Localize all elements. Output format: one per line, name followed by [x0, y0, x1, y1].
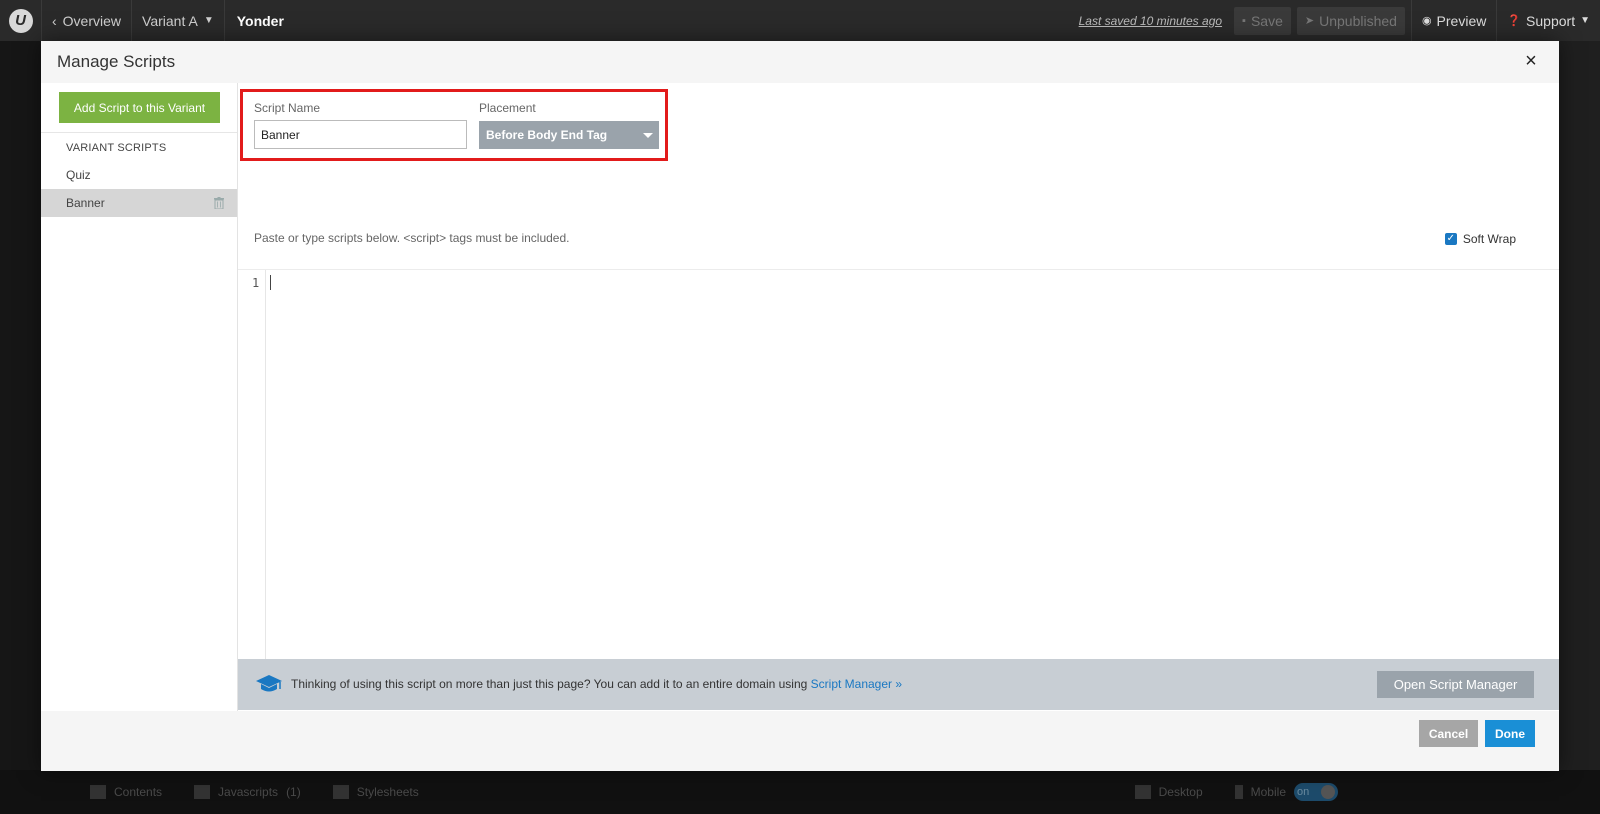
script-name-input[interactable] [254, 120, 467, 149]
caret-down-icon [643, 133, 653, 138]
variant-scripts-heading: VARIANT SCRIPTS [66, 142, 167, 154]
caret-down-icon: ▼ [203, 15, 214, 26]
mobile-icon [1234, 785, 1243, 799]
text-cursor [270, 275, 271, 290]
floppy-icon: ▪ [1242, 14, 1246, 27]
preview-button[interactable]: ◉ Preview [1410, 0, 1496, 41]
toggle-knob [1321, 785, 1335, 799]
mobile-label: Mobile [1250, 785, 1286, 799]
modal-footer: Cancel Done [41, 711, 1559, 771]
question-icon: ❓ [1507, 15, 1522, 27]
logo-icon: U [8, 8, 33, 33]
background-right-panel [1559, 41, 1600, 814]
javascripts-tab[interactable]: Javascripts (1) [194, 785, 301, 799]
unpublished-label: Unpublished [1319, 12, 1397, 29]
placement-label: Placement [479, 101, 536, 115]
editor-gutter: 1 [238, 270, 266, 702]
line-number: 1 [252, 276, 260, 290]
modal-title: Manage Scripts [57, 52, 176, 71]
script-item-banner[interactable]: Banner [41, 189, 237, 217]
background-bottom-bar: Contents Javascripts (1) Stylesheets Desk… [0, 770, 1600, 814]
soft-wrap-option[interactable]: ✓ Soft Wrap [1444, 232, 1516, 246]
script-manager-banner: Thinking of using this script on more th… [238, 659, 1559, 710]
soft-wrap-label: Soft Wrap [1462, 232, 1516, 246]
last-saved-link[interactable]: Last saved 10 minutes ago [1079, 14, 1222, 28]
add-script-button[interactable]: Add Script to this Variant [59, 92, 220, 123]
cancel-button[interactable]: Cancel [1419, 720, 1478, 747]
mobile-view[interactable]: Mobile on [1234, 783, 1338, 801]
close-icon[interactable]: × [1521, 50, 1541, 72]
save-button[interactable]: ▪ Save [1234, 6, 1291, 35]
list-icon [90, 785, 106, 799]
contents-tab[interactable]: Contents [90, 785, 162, 799]
placement-value: Before Body End Tag [486, 128, 608, 142]
caret-down-icon: ▼ [1580, 15, 1590, 26]
send-icon: ➤ [1304, 15, 1315, 27]
back-to-overview[interactable]: ‹ Overview [42, 0, 133, 41]
javascripts-label: Javascripts [218, 785, 279, 799]
page-title: Yonder [236, 12, 284, 29]
code-editor[interactable]: 1 [238, 269, 1559, 702]
css-icon [332, 785, 349, 799]
javascripts-count: (1) [286, 785, 301, 799]
script-item-label: Banner [66, 196, 105, 210]
mobile-toggle[interactable]: on [1294, 783, 1338, 801]
script-name-label: Script Name [254, 101, 321, 115]
stylesheets-label: Stylesheets [356, 785, 419, 799]
instructions-text: Paste or type scripts below. <script> ta… [254, 231, 570, 245]
hint-text: Thinking of using this script on more th… [291, 677, 811, 691]
script-manager-hint: Thinking of using this script on more th… [291, 677, 902, 691]
eye-icon: ◉ [1421, 15, 1432, 27]
script-item-label: Quiz [66, 168, 91, 182]
preview-label: Preview [1436, 12, 1487, 29]
placement-select[interactable]: Before Body End Tag [479, 121, 659, 149]
top-bar: U ‹ Overview Variant A ▼ Yonder Last sav… [0, 0, 1600, 41]
js-icon [194, 785, 211, 799]
script-manager-link[interactable]: Script Manager » [811, 677, 902, 691]
trash-icon[interactable] [214, 197, 224, 209]
open-script-manager-button[interactable]: Open Script Manager [1377, 671, 1534, 698]
desktop-icon [1134, 785, 1151, 799]
modal-header: Manage Scripts × [41, 41, 1559, 83]
soft-wrap-checkbox[interactable]: ✓ [1444, 233, 1457, 245]
unpublished-button[interactable]: ➤ Unpublished [1296, 6, 1405, 35]
desktop-label: Desktop [1158, 785, 1203, 799]
stylesheets-tab[interactable]: Stylesheets [332, 785, 419, 799]
manage-scripts-modal: Manage Scripts × Add Script to this Vari… [41, 41, 1559, 771]
toggle-label: on [1297, 786, 1310, 798]
contents-label: Contents [114, 785, 163, 799]
graduation-cap-icon [256, 675, 282, 692]
variant-selector[interactable]: Variant A ▼ [132, 0, 225, 41]
script-editor-panel: Script Name Placement Before Body End Ta… [238, 83, 1559, 711]
desktop-view[interactable]: Desktop [1134, 785, 1203, 799]
scripts-sidebar: Add Script to this Variant VARIANT SCRIP… [41, 83, 238, 711]
support-label: Support [1526, 12, 1576, 29]
done-button[interactable]: Done [1485, 720, 1535, 747]
app-logo[interactable]: U [0, 0, 42, 41]
support-menu[interactable]: ❓ Support ▼ [1496, 0, 1600, 41]
sidebar-divider [41, 132, 237, 133]
overview-label: Overview [62, 12, 122, 29]
script-item-quiz[interactable]: Quiz [41, 161, 237, 189]
chevron-left-icon: ‹ [52, 12, 57, 29]
save-label: Save [1250, 12, 1283, 29]
background-left-panel [0, 41, 41, 814]
variant-label: Variant A [142, 12, 198, 29]
